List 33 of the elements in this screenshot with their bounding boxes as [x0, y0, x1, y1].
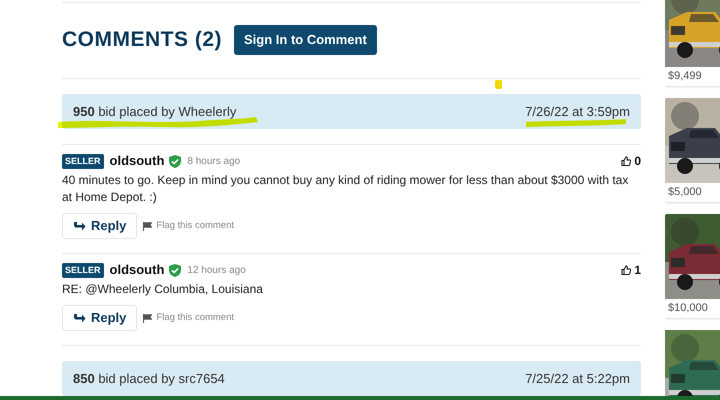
flag-icon[interactable]: [143, 314, 152, 322]
listing-card[interactable]: $5,000: [665, 98, 720, 202]
bid-time: 7/26/22 at 3:59pm: [525, 102, 630, 121]
comment-age: 8 hours ago: [187, 154, 240, 168]
like-count: 0: [634, 153, 641, 170]
highlighter-mark: [495, 80, 502, 89]
comment-text: 40 minutes to go. Keep in mind you cannot buy any kind of riding mower for less than about $3000 with tax at Home Depot. :): [62, 172, 630, 206]
comment-text: RE: @Wheelerly Columbia, Louisiana: [62, 281, 264, 298]
reply-arrow-icon[interactable]: [73, 221, 86, 231]
username[interactable]: oldsouth: [110, 151, 164, 171]
section-heading: COMMENTS (2): [62, 27, 222, 54]
reply-button[interactable]: Reply: [62, 305, 138, 331]
like-count: 1: [634, 262, 641, 279]
reply-button[interactable]: Reply: [62, 213, 138, 239]
seller-badge: SELLER: [62, 262, 104, 278]
listing-price: $9,499: [667, 69, 703, 84]
seller-badge: SELLER: [62, 154, 104, 168]
listing-price: $10,000: [667, 301, 709, 316]
username[interactable]: oldsouth: [110, 260, 164, 280]
bid-text: 850 bid placed by src7654: [73, 370, 225, 388]
flag-link[interactable]: Flag this comment: [156, 218, 234, 234]
reply-arrow-icon[interactable]: [73, 313, 86, 323]
listing-card[interactable]: $10,000: [665, 214, 720, 318]
listing-card[interactable]: $9,499: [665, 0, 720, 86]
bid-time: 7/25/22 at 5:22pm: [525, 370, 630, 388]
thumbs-up-icon[interactable]: [621, 156, 632, 166]
flag-link[interactable]: Flag this comment: [156, 310, 234, 326]
sign-in-button[interactable]: Sign In to Comment: [234, 25, 377, 55]
thumbs-up-icon[interactable]: [621, 265, 632, 275]
comment-age: 12 hours ago: [187, 264, 246, 278]
listing-price: $5,000: [667, 185, 703, 200]
bid-text: 950 bid placed by Wheelerly: [73, 102, 236, 121]
flag-icon[interactable]: [143, 222, 152, 230]
